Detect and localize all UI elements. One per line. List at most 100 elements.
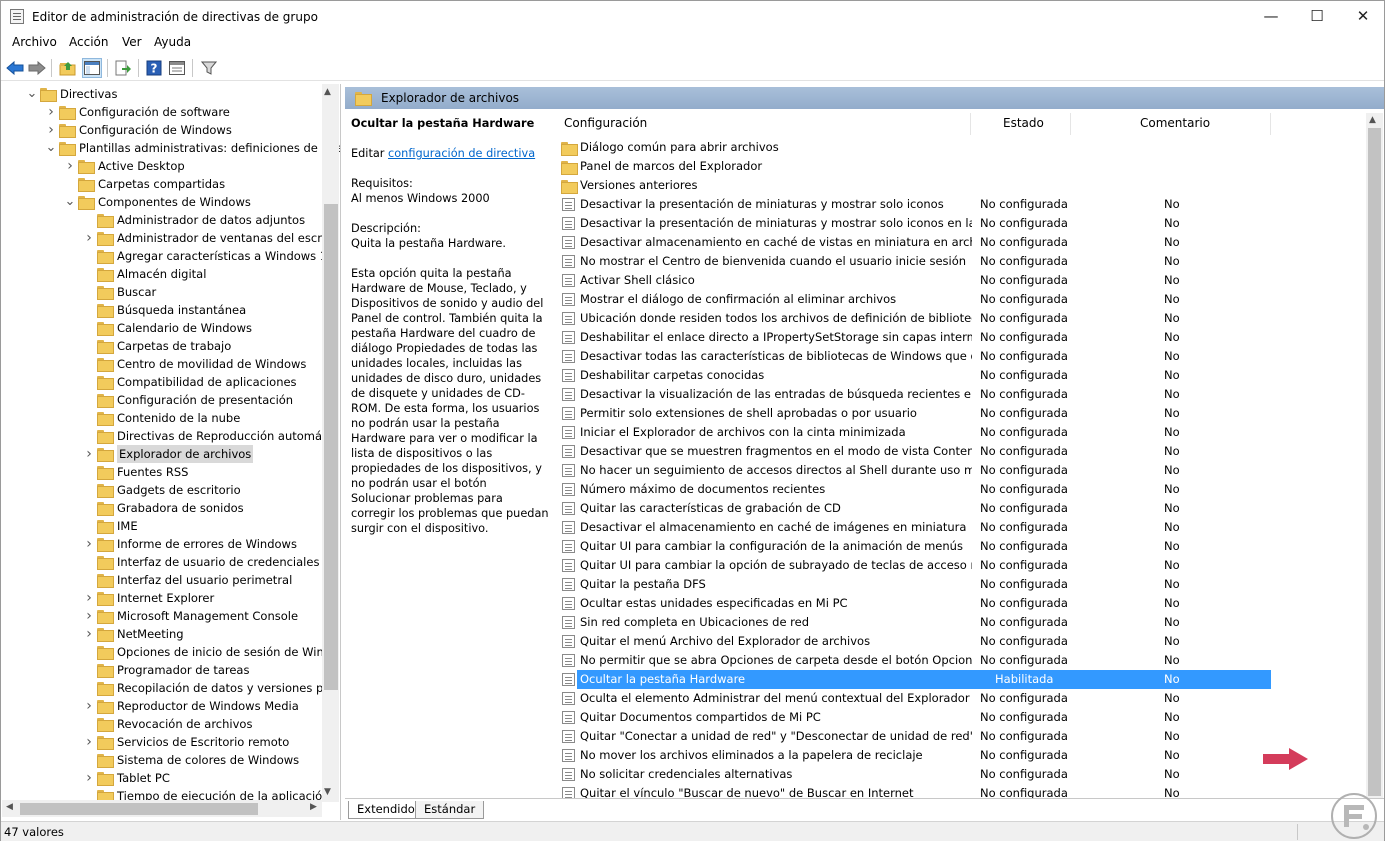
tree-item[interactable]: ⌄ Plantillas administrativas: definicione… [45,139,340,157]
chevron-right-icon[interactable]: › [64,157,76,175]
tree-item[interactable]: Revocación de archivos [83,715,252,733]
edit-policy-link[interactable]: configuración de directiva [388,147,535,160]
policy-row[interactable]: Quitar el menú Archivo del Explorador de… [550,632,1270,651]
policy-row[interactable]: Quitar el vínculo "Buscar de nuevo" de B… [550,784,1270,799]
export-list-icon[interactable] [113,58,133,78]
policy-row[interactable]: Iniciar el Explorador de archivos con la… [550,423,1270,442]
tree-item[interactable]: Interfaz del usuario perimetral [83,571,292,589]
chevron-right-icon[interactable]: › [45,121,57,139]
tree-item[interactable]: Carpetas de trabajo [83,337,231,355]
policy-row[interactable]: Sin red completa en Ubicaciones de red No… [550,613,1270,632]
menu-ver[interactable]: Ver [122,35,142,49]
policy-row[interactable]: Número máximo de documentos recientes No … [550,480,1270,499]
policy-row[interactable]: Desactivar la presentación de miniaturas… [550,214,1270,233]
tree-item[interactable]: › Active Desktop [64,157,185,175]
policy-row[interactable]: Activar Shell clásico No configurada No [550,271,1270,290]
policy-row[interactable]: No mover los archivos eliminados a la pa… [550,746,1270,765]
folder-row[interactable]: Diálogo común para abrir archivos [550,138,1270,157]
tree-item[interactable]: Programador de tareas [83,661,249,679]
chevron-right-icon[interactable]: › [83,733,95,751]
tree-hscroll-thumb[interactable] [20,803,258,815]
scroll-up-arrow-icon[interactable]: ▲ [324,87,331,97]
show-hide-tree-icon[interactable] [82,58,102,78]
policy-row[interactable]: Desactivar el almacenamiento en caché de… [550,518,1270,537]
menu-archivo[interactable]: Archivo [12,35,57,49]
tree-item[interactable]: Contenido de la nube [83,409,240,427]
folder-row[interactable]: Panel de marcos del Explorador [550,157,1270,176]
tree-item[interactable]: › Tablet PC [83,769,170,787]
tree-item[interactable]: Fuentes RSS [83,463,188,481]
tree-item[interactable]: Compatibilidad de aplicaciones [83,373,297,391]
policy-row[interactable]: Deshabilitar el enlace directo a IProper… [550,328,1270,347]
scroll-up-arrow-icon[interactable]: ▲ [1369,115,1376,125]
policy-row[interactable]: Permitir solo extensiones de shell aprob… [550,404,1270,423]
policy-row[interactable]: Desactivar que se muestren fragmentos en… [550,442,1270,461]
policy-row[interactable]: Quitar "Conectar a unidad de red" y "Des… [550,727,1270,746]
tree-item[interactable]: ⌄ Directivas [26,85,117,103]
tree-item[interactable]: Almacén digital [83,265,206,283]
column-header-comment[interactable]: Comentario [1140,109,1210,137]
tree-item[interactable]: › Configuración de Windows [45,121,232,139]
policy-row[interactable]: Quitar las características de grabación … [550,499,1270,518]
tree-item[interactable]: Búsqueda instantánea [83,301,246,319]
policy-row[interactable]: Deshabilitar carpetas conocidas No config… [550,366,1270,385]
tree-item[interactable]: › Internet Explorer [83,589,214,607]
menu-ayuda[interactable]: Ayuda [154,35,191,49]
tree-item[interactable]: Opciones de inicio de sesión de Windo [83,643,338,661]
tree-item[interactable]: › Configuración de software [45,103,230,121]
scroll-left-arrow-icon[interactable]: ◀ [6,802,13,812]
scroll-down-arrow-icon[interactable]: ▼ [324,787,331,797]
policy-row[interactable]: No hacer un seguimiento de accesos direc… [550,461,1270,480]
policy-row[interactable]: Quitar Documentos compartidos de Mi PC No… [550,708,1270,727]
filter-icon[interactable] [199,58,219,78]
tree-item[interactable]: Gadgets de escritorio [83,481,241,499]
column-separator[interactable] [1270,113,1271,135]
column-header-setting[interactable]: Configuración [564,109,647,137]
chevron-right-icon[interactable]: › [83,535,95,553]
scroll-right-arrow-icon[interactable]: ▶ [310,802,317,812]
policy-row[interactable]: No mostrar el Centro de bienvenida cuand… [550,252,1270,271]
back-icon[interactable] [5,58,25,78]
menu-accion[interactable]: Acción [69,35,108,49]
chevron-down-icon[interactable]: ⌄ [26,87,38,100]
policy-row[interactable]: Desactivar la presentación de miniaturas… [550,195,1270,214]
chevron-right-icon[interactable]: › [83,229,95,247]
tree-item[interactable]: Grabadora de sonidos [83,499,244,517]
policy-row[interactable]: No permitir que se abra Opciones de carp… [550,651,1270,670]
tree-item[interactable]: ⌄ Componentes de Windows [64,193,251,211]
chevron-right-icon[interactable]: › [45,103,57,121]
up-folder-icon[interactable] [58,58,78,78]
tree-item[interactable]: › Explorador de archivos [83,445,254,463]
chevron-right-icon[interactable]: › [83,607,95,625]
tree-item[interactable]: Administrador de datos adjuntos [83,211,305,229]
forward-icon[interactable] [27,58,47,78]
policy-row[interactable]: Mostrar el diálogo de confirmación al el… [550,290,1270,309]
properties-icon[interactable] [167,58,187,78]
tree-item[interactable]: Calendario de Windows [83,319,252,337]
maximize-button[interactable]: ☐ [1294,1,1340,32]
folder-row[interactable]: Versiones anteriores [550,176,1270,195]
tree-item[interactable]: › Microsoft Management Console [83,607,298,625]
tree-item[interactable]: › NetMeeting [83,625,184,643]
tree-item[interactable]: › Administrador de ventanas del escrito [83,229,337,247]
tree-item[interactable]: IME [83,517,138,535]
tree-item[interactable]: Recopilación de datos y versiones prel [83,679,338,697]
policy-row[interactable]: Desactivar la visualización de las entra… [550,385,1270,404]
help-icon[interactable]: ? [144,58,164,78]
tree-item[interactable]: Configuración de presentación [83,391,293,409]
chevron-down-icon[interactable]: ⌄ [45,141,57,154]
tree-item[interactable]: › Servicios de Escritorio remoto [83,733,289,751]
list-scrollbar-thumb[interactable] [1368,128,1381,796]
policy-row[interactable]: Ubicación donde residen todos los archiv… [550,309,1270,328]
minimize-button[interactable]: — [1248,1,1294,32]
tree-item[interactable]: Centro de movilidad de Windows [83,355,306,373]
policy-row[interactable]: Ocultar estas unidades especificadas en … [550,594,1270,613]
tree-item[interactable]: Sistema de colores de Windows [83,751,299,769]
tree-item[interactable]: Carpetas compartidas [64,175,225,193]
tree-item[interactable]: › Informe de errores de Windows [83,535,297,553]
policy-row[interactable]: Quitar la pestaña DFS No configurada No [550,575,1270,594]
chevron-right-icon[interactable]: › [83,625,95,643]
policy-row[interactable]: Desactivar todas las características de … [550,347,1270,366]
policy-row[interactable]: Ocultar la pestaña Hardware Habilitada No [550,670,1271,689]
tree-item[interactable]: Directivas de Reproducción automátic [83,427,336,445]
